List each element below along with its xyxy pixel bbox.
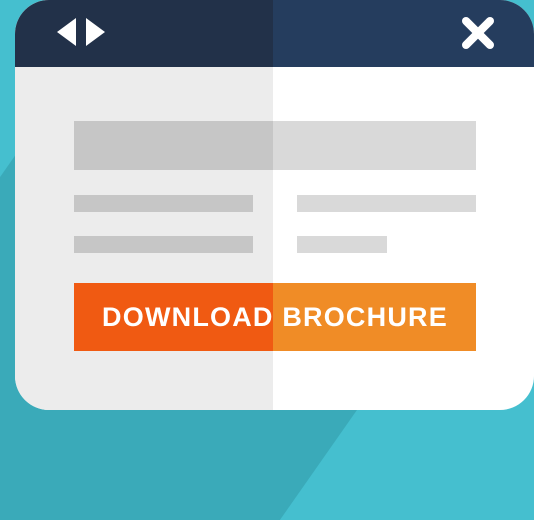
- text-placeholder-line: [297, 195, 476, 212]
- download-brochure-label: DOWNLOAD BROCHURE: [102, 301, 448, 332]
- text-placeholder-line: [74, 195, 253, 212]
- download-brochure-button[interactable]: DOWNLOAD BROCHURE: [74, 283, 476, 351]
- browser-window: DOWNLOAD BROCHURE: [15, 0, 534, 410]
- navigation-arrows: [57, 17, 105, 51]
- title-bar: [15, 0, 534, 67]
- chevron-left-icon[interactable]: [57, 17, 76, 51]
- text-placeholder-line: [297, 236, 387, 253]
- text-placeholder-line: [74, 236, 253, 253]
- chevron-right-icon[interactable]: [86, 17, 105, 51]
- title-bar-left: [15, 0, 273, 67]
- close-icon[interactable]: [461, 16, 495, 50]
- heading-placeholder: [74, 121, 476, 170]
